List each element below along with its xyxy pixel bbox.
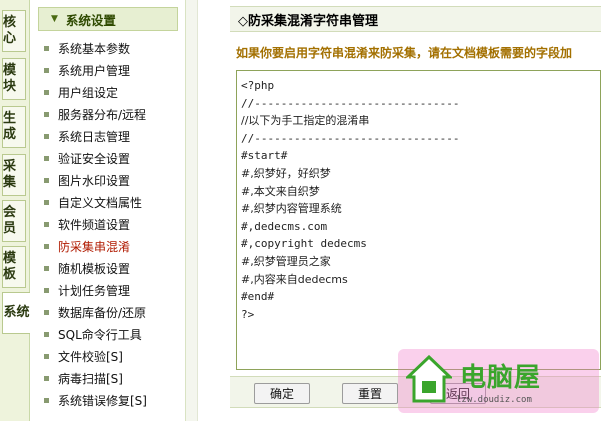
square-bullet-icon — [44, 375, 49, 381]
square-bullet-icon — [44, 67, 49, 73]
sidebar-item-software-channel[interactable]: 软件频道设置 — [44, 213, 147, 235]
square-bullet-icon — [44, 397, 49, 403]
sidebar-item-user-management[interactable]: 系统用户管理 — [44, 59, 147, 81]
obfuscation-string-editor[interactable]: <?php //------------------------------- … — [236, 70, 601, 370]
sidebar-item-label: 病毒扫描[S] — [58, 371, 123, 386]
tab-generate[interactable]: 生成 — [2, 106, 26, 148]
code-line: #,织梦管理员之家 — [241, 254, 331, 268]
sidebar-item-label: 服务器分布/远程 — [58, 107, 147, 122]
sidebar-item-scheduled-tasks[interactable]: 计划任务管理 — [44, 279, 147, 301]
sidebar-item-anti-collection[interactable]: 防采集串混淆 — [44, 235, 147, 257]
tab-member[interactable]: 会员 — [2, 200, 26, 242]
sidebar-item-basic-params[interactable]: 系统基本参数 — [44, 37, 147, 59]
code-line: #,本文来自织梦 — [241, 184, 320, 198]
square-bullet-icon — [44, 287, 49, 293]
tab-template[interactable]: 模板 — [2, 246, 26, 288]
square-bullet-icon — [44, 45, 49, 51]
sidebar-item-virus-scan[interactable]: 病毒扫描[S] — [44, 367, 147, 389]
code-line: #,dedecms.com — [241, 219, 328, 233]
tab-label: 核心 — [3, 15, 17, 46]
square-bullet-icon — [44, 133, 49, 139]
code-line: <?php — [241, 79, 275, 92]
reset-button[interactable]: 重置 — [342, 383, 398, 404]
square-bullet-icon — [44, 221, 49, 227]
sidebar-item-file-verify[interactable]: 文件校验[S] — [44, 345, 147, 367]
sidebar-item-label: 系统日志管理 — [58, 129, 131, 144]
code-line: #,内容来自dedecms — [241, 272, 348, 286]
sidebar-header[interactable]: ▼ 系统设置 — [38, 7, 178, 31]
tab-label: 模板 — [3, 251, 17, 282]
square-bullet-icon — [44, 155, 49, 161]
sidebar-item-label: 系统用户管理 — [58, 63, 131, 78]
sidebar-item-user-groups[interactable]: 用户组设定 — [44, 81, 147, 103]
sidebar-menu: 系统基本参数 系统用户管理 用户组设定 服务器分布/远程 系统日志管理 验证安全… — [44, 37, 147, 411]
sidebar-item-custom-attributes[interactable]: 自定义文档属性 — [44, 191, 147, 213]
sidebar-item-label: 验证安全设置 — [58, 151, 131, 166]
code-line: //------------------------------- — [241, 96, 460, 110]
code-line: #end# — [241, 290, 275, 304]
square-bullet-icon — [44, 111, 49, 117]
tab-collect[interactable]: 采集 — [2, 154, 26, 196]
tab-system[interactable]: 系统 — [2, 292, 30, 334]
watermark-text: 电脑屋 — [460, 363, 542, 393]
sidebar-item-system-log[interactable]: 系统日志管理 — [44, 125, 147, 147]
sidebar-item-db-backup[interactable]: 数据库备份/还原 — [44, 301, 147, 323]
sidebar-item-label: 系统基本参数 — [58, 41, 131, 56]
sidebar-item-label: 图片水印设置 — [58, 173, 131, 188]
sidebar-header-label: 系统设置 — [65, 12, 116, 28]
module-tabs: 核心 模块 生成 采集 会员 模板 系统 — [0, 0, 30, 421]
square-bullet-icon — [44, 331, 49, 337]
sidebar-item-error-repair[interactable]: 系统错误修复[S] — [44, 389, 147, 411]
square-bullet-icon — [44, 243, 49, 249]
square-bullet-icon — [44, 199, 49, 205]
sidebar-item-label: 系统错误修复[S] — [58, 393, 147, 408]
code-line: #,织梦好，好织梦 — [241, 166, 331, 180]
sidebar-item-label: 防采集串混淆 — [58, 239, 131, 254]
sidebar-item-label: 软件频道设置 — [58, 217, 131, 232]
watermark: 电脑屋 lzw.doudiz.com — [398, 349, 599, 413]
tab-label: 模块 — [3, 63, 17, 94]
tab-core[interactable]: 核心 — [2, 10, 26, 52]
watermark-url: lzw.doudiz.com — [456, 395, 532, 405]
sidebar: ▼ 系统设置 系统基本参数 系统用户管理 用户组设定 服务器分布/远程 系统日志… — [30, 0, 186, 421]
square-bullet-icon — [44, 89, 49, 95]
code-line: ?> — [241, 307, 255, 321]
code-line: #start# — [241, 149, 288, 163]
sidebar-item-label: 计划任务管理 — [58, 283, 131, 298]
frame-divider[interactable] — [186, 0, 198, 421]
page-title: ◇防采集混淆字符串管理 — [230, 6, 601, 32]
tab-label: 系统 — [3, 305, 30, 320]
square-bullet-icon — [44, 309, 49, 315]
tab-label: 采集 — [3, 159, 17, 190]
sidebar-item-watermark-settings[interactable]: 图片水印设置 — [44, 169, 147, 191]
sidebar-item-label: 数据库备份/还原 — [58, 305, 147, 320]
tab-module[interactable]: 模块 — [2, 58, 26, 100]
house-logo-icon — [406, 355, 452, 403]
tab-label: 生成 — [3, 111, 17, 142]
sidebar-item-label: 文件校验[S] — [58, 349, 123, 364]
code-line: //以下为手工指定的混淆串 — [241, 114, 370, 128]
sidebar-item-security-settings[interactable]: 验证安全设置 — [44, 147, 147, 169]
sidebar-item-server-distribution[interactable]: 服务器分布/远程 — [44, 103, 147, 125]
sidebar-item-label: 用户组设定 — [58, 85, 119, 100]
code-line: #,copyright dedecms — [241, 237, 367, 251]
square-bullet-icon — [44, 353, 49, 359]
notice-text: 如果你要启用字符串混淆来防采集，请在文档模板需要的字段加 — [236, 46, 573, 60]
triangle-down-icon: ▼ — [51, 14, 58, 24]
sidebar-item-random-template[interactable]: 随机模板设置 — [44, 257, 147, 279]
code-line: //------------------------------- — [241, 131, 460, 145]
sidebar-item-label: SQL命令行工具 — [58, 327, 142, 342]
confirm-button[interactable]: 确定 — [254, 383, 310, 404]
square-bullet-icon — [44, 265, 49, 271]
square-bullet-icon — [44, 177, 49, 183]
sidebar-item-label: 自定义文档属性 — [58, 195, 143, 210]
tab-label: 会员 — [3, 205, 17, 236]
sidebar-item-label: 随机模板设置 — [58, 261, 131, 276]
sidebar-item-sql-tool[interactable]: SQL命令行工具 — [44, 323, 147, 345]
code-line: #,织梦内容管理系统 — [241, 202, 342, 216]
